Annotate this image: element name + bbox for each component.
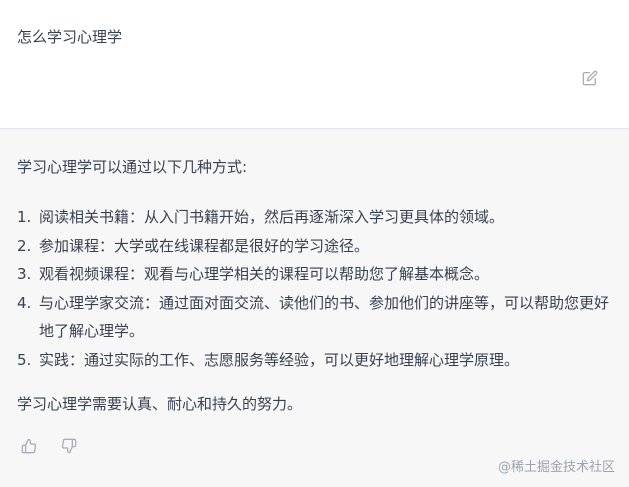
list-item-number: 2. [17, 236, 32, 255]
edit-icon [582, 70, 598, 90]
thumbs-up-icon [21, 438, 37, 458]
list-item: 1. 阅读相关书籍：从入门书籍开始，然后再逐渐深入学习更具体的领域。 [17, 203, 617, 232]
user-message: 怎么学习心理学 [0, 0, 629, 129]
thumbs-up-button[interactable] [19, 438, 39, 458]
thumbs-down-icon [61, 438, 77, 458]
user-message-text: 怎么学习心理学 [17, 28, 123, 46]
list-item-number: 1. [17, 208, 32, 226]
list-item-number: 4. [17, 293, 32, 312]
thumbs-down-button[interactable] [59, 438, 79, 458]
list-item: 3. 观看视频课程：观看与心理学相关的课程可以帮助您了解基本概念。 [17, 260, 617, 289]
list-item-number: 5. [17, 350, 32, 369]
list-item-text: 实践：通过实际的工作、志愿服务等经验，可以更好地理解心理学原理。 [39, 350, 520, 369]
assistant-intro: 学习心理学可以通过以下几种方式: [17, 158, 248, 176]
list-item-number: 3. [17, 265, 32, 283]
list-item: 4. 与心理学家交流：通过面对面交流、读他们的书、参加他们的讲座等，可以帮助您更… [17, 289, 617, 346]
list-item-text: 观看视频课程：观看与心理学相关的课程可以帮助您了解基本概念。 [39, 265, 490, 283]
list-item-text: 参加课程：大学或在线课程都是很好的学习途径。 [39, 236, 370, 255]
steps-list: 1. 阅读相关书籍：从入门书籍开始，然后再逐渐深入学习更具体的领域。 2. 参加… [17, 203, 617, 374]
assistant-message: 学习心理学可以通过以下几种方式: 1. 阅读相关书籍：从入门书籍开始，然后再逐渐… [0, 129, 629, 487]
watermark: @稀土掘金技术社区 [497, 460, 615, 475]
list-item-text: 阅读相关书籍：从入门书籍开始，然后再逐渐深入学习更具体的领域。 [39, 208, 505, 226]
list-item: 2. 参加课程：大学或在线课程都是很好的学习途径。 [17, 232, 617, 261]
edit-button[interactable] [580, 70, 600, 90]
chat-page: 怎么学习心理学 学习心理学可以通过以下几种方式: 1. 阅读相关书籍：从入门书籍… [0, 0, 629, 487]
list-item: 5. 实践：通过实际的工作、志愿服务等经验，可以更好地理解心理学原理。 [17, 346, 617, 375]
assistant-closing: 学习心理学需要认真、耐心和持久的努力。 [17, 395, 303, 413]
feedback-buttons [19, 438, 79, 458]
list-item-text: 与心理学家交流：通过面对面交流、读他们的书、参加他们的讲座等，可以帮助您更好地了… [39, 293, 610, 341]
